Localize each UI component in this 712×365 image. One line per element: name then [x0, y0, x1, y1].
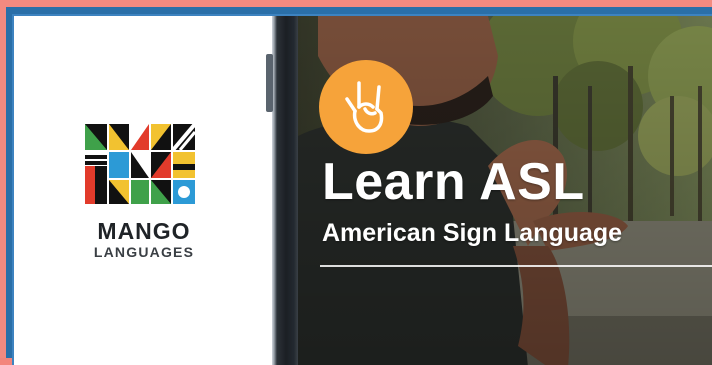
phone-bezel [272, 16, 298, 365]
asl-badge [319, 60, 413, 154]
content-window: MANGO LANGUAGES Learn ASL American Sign … [12, 14, 712, 365]
hand-sign-icon [345, 81, 384, 133]
app-frame: MANGO LANGUAGES Learn ASL American Sign … [0, 0, 712, 365]
divider [320, 265, 712, 267]
phone-side-button [266, 54, 273, 112]
mango-m-logo-icon [85, 124, 195, 204]
promo-title: Learn ASL [322, 153, 585, 211]
brand-name: MANGO [97, 218, 191, 244]
promo-subtitle: American Sign Language [322, 219, 623, 247]
brand-subname: LANGUAGES [93, 244, 195, 260]
